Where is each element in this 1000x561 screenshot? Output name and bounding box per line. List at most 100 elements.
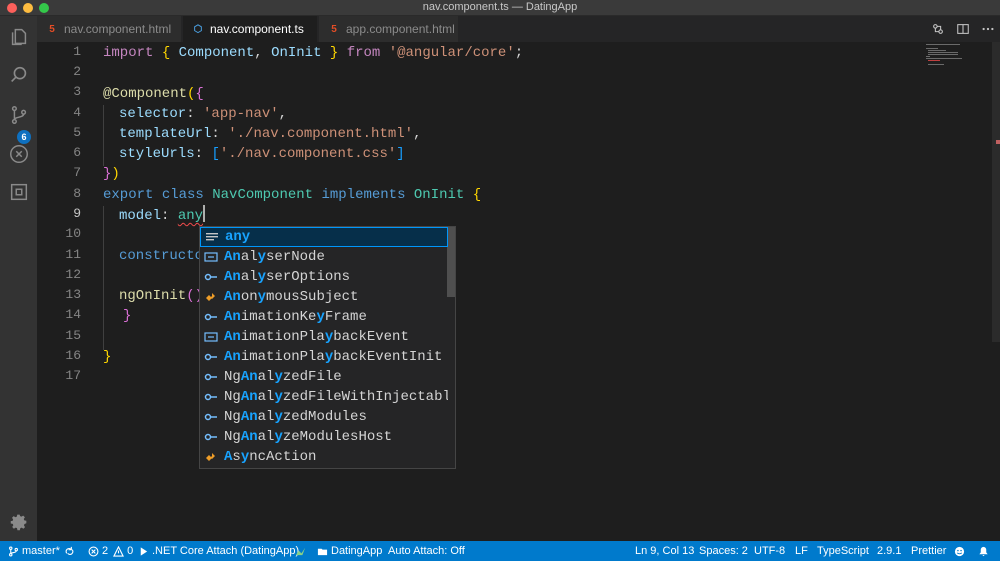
code-line-1: import { Component, OnInit } from '@angu… <box>103 45 524 61</box>
tab-app-component-html[interactable]: 5 app.component.html <box>319 16 459 42</box>
line-number: 1 <box>73 44 81 59</box>
reference-icon <box>203 310 219 324</box>
line-number: 15 <box>65 328 81 343</box>
code-line-9: model: any <box>119 205 206 225</box>
code-line-13: ngOnInit() <box>119 288 204 304</box>
line-number: 17 <box>65 368 81 383</box>
code-line-11: constructo <box>119 248 204 264</box>
search-icon[interactable] <box>6 62 31 87</box>
more-actions-icon[interactable] <box>975 16 1000 42</box>
reference-icon <box>203 270 219 284</box>
text-cursor <box>203 205 206 222</box>
tab-label: nav.component.html <box>64 22 172 36</box>
end-of-line[interactable]: LF <box>795 541 808 561</box>
problems-indicator[interactable]: 2 0 <box>88 541 133 561</box>
angular-file-icon: ⬡ <box>193 23 203 35</box>
error-marker <box>996 140 1000 144</box>
interface-icon <box>203 330 219 344</box>
branch-indicator[interactable]: master* <box>8 541 60 561</box>
suggestion-item[interactable]: AnimationKeyFrame <box>200 307 448 327</box>
explorer-icon[interactable] <box>6 24 31 49</box>
error-squiggle: any <box>177 208 204 224</box>
line-number: 3 <box>73 84 81 99</box>
indentation[interactable]: Spaces: 2 <box>699 541 748 561</box>
suggest-scrollbar[interactable] <box>447 227 455 297</box>
minimap[interactable] <box>922 42 992 72</box>
indent-guide <box>103 105 104 166</box>
reference-icon <box>203 430 219 444</box>
git-branch-icon <box>9 546 18 556</box>
suggestion-item[interactable]: AnimationPlaybackEvent <box>200 327 448 347</box>
suggestion-item[interactable]: NgAnalyzeModulesHost <box>200 427 448 447</box>
encoding[interactable]: UTF-8 <box>754 541 785 561</box>
line-number: 9 <box>73 206 81 221</box>
debug-icon[interactable] <box>6 141 31 166</box>
title-bar: nav.component.ts — DatingApp <box>0 0 1000 16</box>
code-line-3: @Component({ <box>103 86 204 102</box>
suggestion-item[interactable]: AnonymousSubject <box>200 287 448 307</box>
code-line-16: } <box>103 349 112 365</box>
autocomplete-suggest-widget[interactable]: any AnalyserNode AnalyserOptions Anonymo… <box>199 226 456 469</box>
warning-icon <box>113 545 125 557</box>
reference-icon <box>203 390 219 404</box>
code-line-6: styleUrls: ['./nav.component.css'] <box>119 146 405 162</box>
tab-bar: 5 nav.component.html ⬡ nav.component.ts … <box>37 16 1000 42</box>
feedback-icon[interactable] <box>954 541 968 561</box>
line-number-gutter: 1 2 3 4 5 6 7 8 9 10 11 12 13 14 15 16 1… <box>37 42 87 541</box>
debug-launch[interactable]: .NET Core Attach (DatingApp) <box>138 541 299 561</box>
code-line-8: export class NavComponent implements OnI… <box>103 187 482 203</box>
line-number: 16 <box>65 348 81 363</box>
code-editor[interactable]: 1 2 3 4 5 6 7 8 9 10 11 12 13 14 15 16 1… <box>37 42 1000 541</box>
suggestion-item[interactable]: AnimationPlaybackEventInit <box>200 347 448 367</box>
notifications-bell-icon[interactable] <box>978 541 992 561</box>
source-control-icon[interactable] <box>6 102 31 127</box>
typescript-version[interactable]: 2.9.1 <box>877 541 901 561</box>
line-number: 8 <box>73 186 81 201</box>
vertical-scrollbar[interactable] <box>992 42 1000 342</box>
reference-icon <box>203 410 219 424</box>
tab-label: app.component.html <box>346 22 455 36</box>
line-number: 11 <box>65 247 81 262</box>
html-file-icon: 5 <box>331 23 337 35</box>
keyword-icon <box>204 230 220 244</box>
line-number: 12 <box>65 267 81 282</box>
line-number: 13 <box>65 287 81 302</box>
workspace-folder[interactable]: DatingApp <box>317 541 382 561</box>
html-file-icon: 5 <box>49 23 55 35</box>
error-icon <box>88 546 99 556</box>
open-changes-icon[interactable] <box>925 16 950 42</box>
prettier-status[interactable]: Prettier <box>911 541 946 561</box>
line-number: 4 <box>73 105 81 120</box>
code-line-7: }) <box>103 166 120 182</box>
reference-icon <box>203 370 219 384</box>
language-mode[interactable]: TypeScript <box>817 541 869 561</box>
line-number: 7 <box>73 165 81 180</box>
sync-icon[interactable] <box>64 541 78 561</box>
live-share-icon[interactable] <box>295 541 309 561</box>
suggestion-item[interactable]: NgAnalyzedFileWithInjectables <box>200 387 448 407</box>
extensions-icon[interactable] <box>6 179 31 204</box>
suggestion-item[interactable]: AnalyserOptions <box>200 267 448 287</box>
suggestion-item[interactable]: NgAnalyzedFile <box>200 367 448 387</box>
suggestion-item[interactable]: NgAnalyzedModules <box>200 407 448 427</box>
settings-gear-icon[interactable] <box>6 509 31 534</box>
line-number: 6 <box>73 145 81 160</box>
line-number: 14 <box>65 307 81 322</box>
split-editor-icon[interactable] <box>950 16 975 42</box>
suggestion-item[interactable]: AnalyserNode <box>200 247 448 267</box>
play-icon <box>140 546 148 556</box>
auto-attach-status[interactable]: Auto Attach: Off <box>388 541 465 561</box>
interface-icon <box>203 250 219 264</box>
indent-guide <box>103 206 104 350</box>
class-icon <box>203 450 219 464</box>
line-number: 5 <box>73 125 81 140</box>
code-line-14: } <box>123 308 132 324</box>
suggestion-item[interactable]: any <box>200 227 448 247</box>
status-bar: master* 2 0 .NET Core Attach (DatingApp)… <box>0 541 1000 561</box>
tab-nav-component-html[interactable]: 5 nav.component.html <box>37 16 182 42</box>
line-number: 10 <box>65 226 81 241</box>
suggestion-item[interactable]: AsyncAction <box>200 447 448 467</box>
cursor-position[interactable]: Ln 9, Col 13 <box>635 541 694 561</box>
reference-icon <box>203 350 219 364</box>
tab-nav-component-ts[interactable]: ⬡ nav.component.ts <box>183 16 318 42</box>
